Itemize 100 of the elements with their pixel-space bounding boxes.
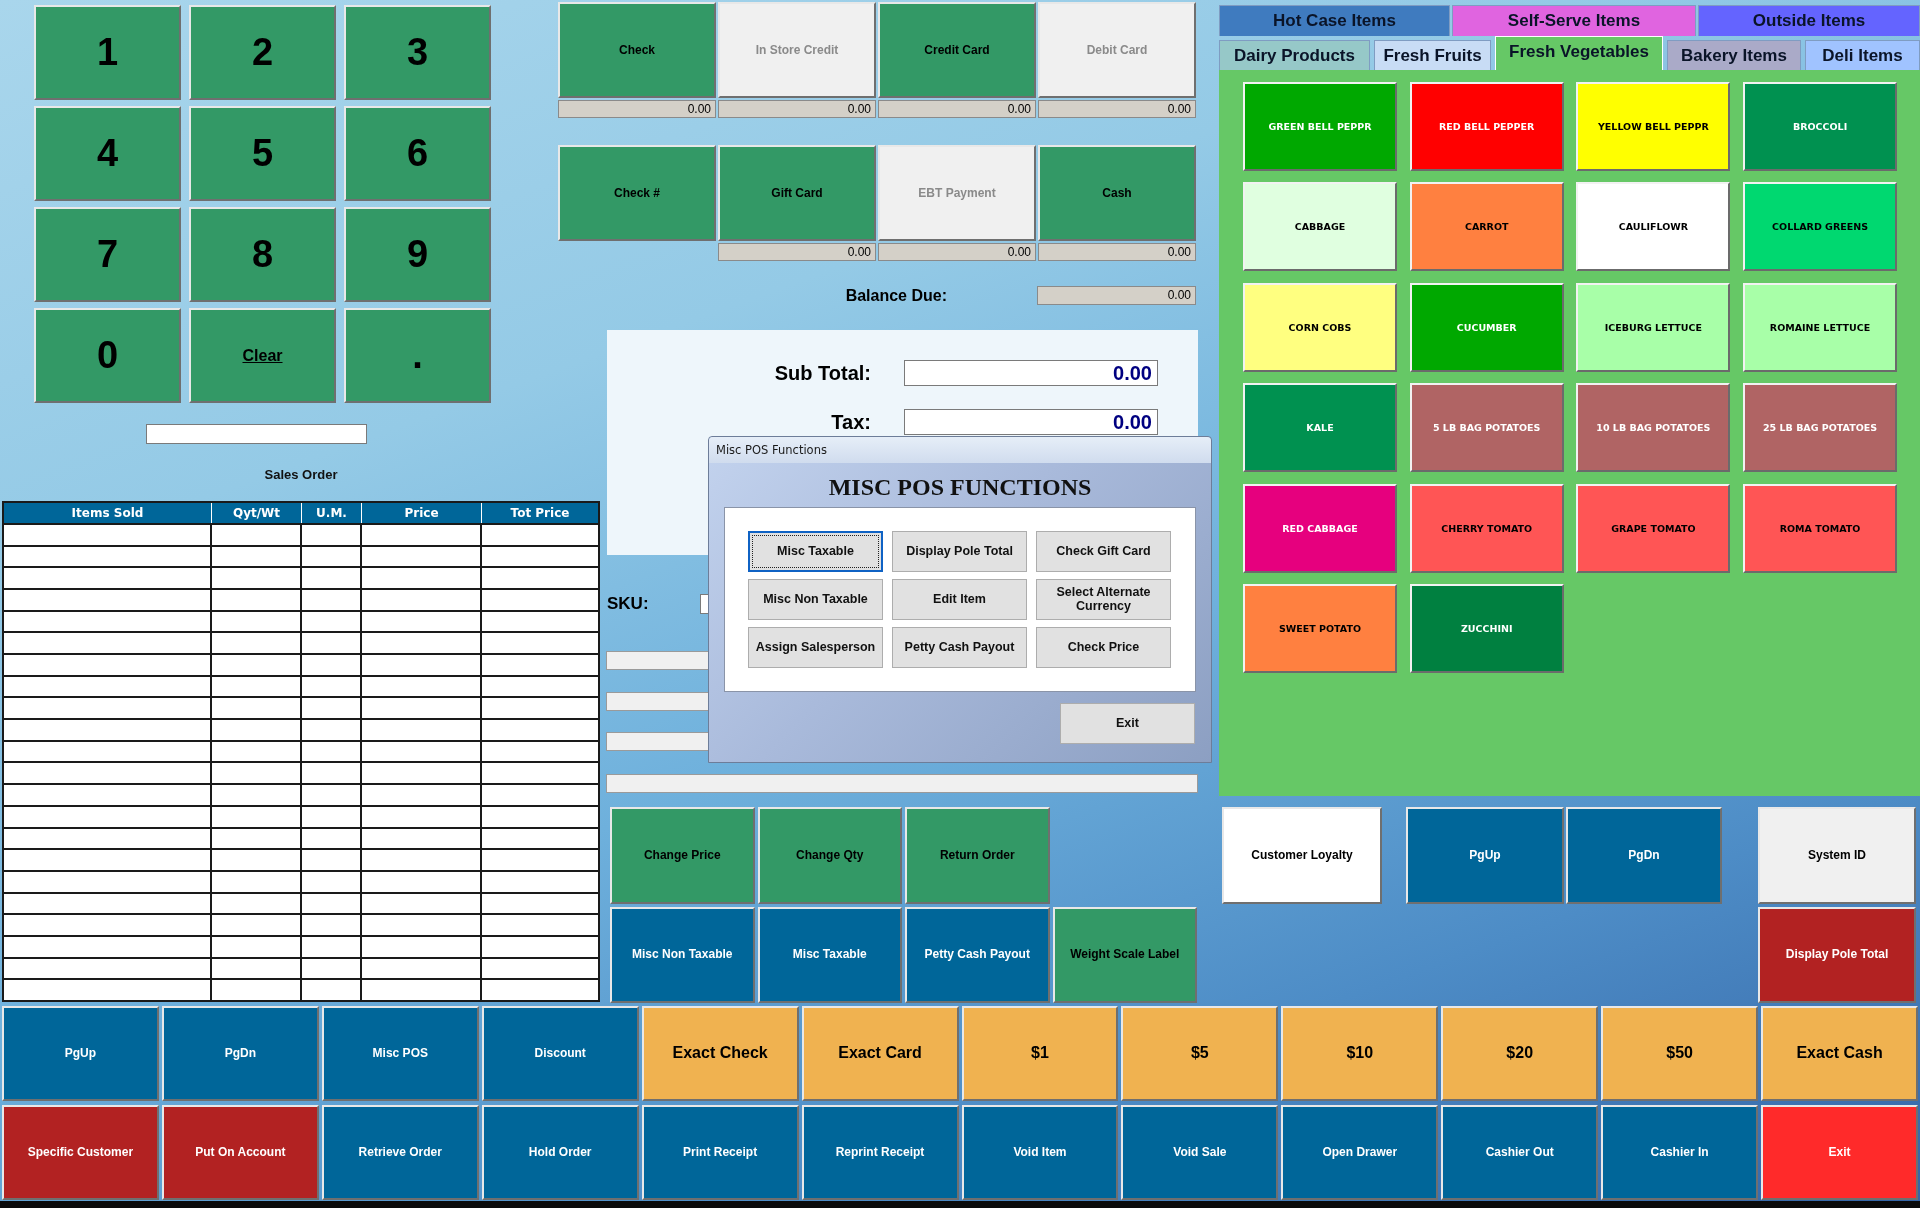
input-field[interactable] <box>606 774 1198 793</box>
register-button[interactable]: Reprint Receipt <box>801 1105 959 1200</box>
keypad-key[interactable]: 2 <box>189 5 336 100</box>
keypad-key[interactable]: Clear <box>189 308 336 403</box>
register-button[interactable]: Void Item <box>961 1105 1119 1200</box>
category-tab[interactable]: Fresh Vegetables <box>1495 36 1663 70</box>
register-button[interactable]: Hold Order <box>481 1105 639 1200</box>
keypad-key[interactable]: . <box>344 308 491 403</box>
category-tab[interactable]: Outside Items <box>1698 5 1920 36</box>
product-button[interactable]: CUCUMBER <box>1409 282 1564 372</box>
category-tab[interactable]: Self-Serve Items <box>1452 5 1696 36</box>
register-button[interactable]: $20 <box>1441 1006 1599 1101</box>
product-button[interactable]: CARROT <box>1409 182 1564 272</box>
payment-button[interactable]: Gift Card <box>718 145 876 241</box>
dialog-button[interactable]: Edit Item <box>892 579 1027 620</box>
register-button[interactable]: Cashier Out <box>1441 1105 1599 1200</box>
dialog-button[interactable]: Display Pole Total <box>892 531 1027 572</box>
keypad-key[interactable]: 8 <box>189 207 336 302</box>
action-button[interactable]: Petty Cash Payout <box>905 907 1050 1003</box>
sku-field[interactable] <box>700 594 708 614</box>
payment-button[interactable]: Check # <box>558 145 716 241</box>
input-field[interactable] <box>606 692 708 711</box>
register-button[interactable]: $50 <box>1601 1006 1759 1101</box>
product-button[interactable]: ICEBURG LETTUCE <box>1576 282 1731 372</box>
product-button[interactable]: 25 LB BAG POTATOES <box>1743 383 1898 473</box>
keypad-key[interactable]: 1 <box>34 5 181 100</box>
payment-button[interactable]: Credit Card <box>878 2 1036 98</box>
product-button[interactable]: SWEET POTATO <box>1243 583 1397 673</box>
action-button[interactable]: Misc Taxable <box>757 907 902 1003</box>
action-button[interactable]: Weight Scale Label <box>1052 907 1197 1003</box>
product-button[interactable]: KALE <box>1243 383 1397 473</box>
keypad-key[interactable]: 4 <box>34 106 181 201</box>
category-tab[interactable]: Bakery Items <box>1667 40 1801 70</box>
register-button[interactable]: PgUp <box>2 1006 159 1101</box>
product-button[interactable]: RED CABBAGE <box>1243 483 1397 573</box>
register-button[interactable]: Open Drawer <box>1281 1105 1439 1200</box>
register-button[interactable]: Misc POS <box>321 1006 479 1101</box>
register-button[interactable]: Void Sale <box>1121 1105 1279 1200</box>
register-button[interactable]: $5 <box>1121 1006 1279 1101</box>
category-tab[interactable]: Deli Items <box>1805 40 1920 70</box>
product-button[interactable]: GREEN BELL PEPPR <box>1243 82 1397 171</box>
register-button[interactable]: Put On Account <box>161 1105 319 1200</box>
exit-button[interactable]: Exit <box>1060 703 1195 744</box>
keypad-key[interactable]: 7 <box>34 207 181 302</box>
product-button[interactable]: GRAPE TOMATO <box>1576 483 1731 573</box>
column-header: Qyt/Wt <box>212 503 302 523</box>
dialog-button[interactable]: Check Gift Card <box>1036 531 1171 572</box>
register-button[interactable]: PgDn <box>161 1006 319 1101</box>
dialog-button[interactable]: Petty Cash Payout <box>892 627 1027 668</box>
keypad-key[interactable]: 3 <box>344 5 491 100</box>
keypad-key[interactable]: 9 <box>344 207 491 302</box>
product-button[interactable]: CORN COBS <box>1243 282 1397 372</box>
function-button[interactable]: PgUp <box>1406 807 1564 904</box>
product-button[interactable]: BROCCOLI <box>1743 82 1898 171</box>
dialog-button[interactable]: Check Price <box>1036 627 1171 668</box>
action-button[interactable]: Misc Non Taxable <box>610 907 755 1003</box>
keypad-key[interactable]: 0 <box>34 308 181 403</box>
register-button[interactable]: Discount <box>481 1006 639 1101</box>
dialog-button[interactable]: Assign Salesperson <box>748 627 883 668</box>
input-field[interactable] <box>146 424 367 444</box>
product-button[interactable]: YELLOW BELL PEPPR <box>1576 82 1731 171</box>
action-button[interactable]: Change Qty <box>757 807 902 904</box>
product-button[interactable]: CABBAGE <box>1243 182 1397 272</box>
payment-button[interactable]: Cash <box>1038 145 1196 241</box>
register-button[interactable]: Print Receipt <box>641 1105 799 1200</box>
input-field[interactable] <box>606 732 708 751</box>
keypad-key[interactable]: 5 <box>189 106 336 201</box>
input-field[interactable] <box>606 651 708 670</box>
function-button[interactable]: System ID <box>1758 807 1916 904</box>
category-tab[interactable]: Hot Case Items <box>1219 5 1450 36</box>
register-button[interactable]: $10 <box>1281 1006 1439 1101</box>
dialog-button[interactable]: Misc Taxable <box>748 531 883 572</box>
action-button[interactable]: Change Price <box>610 807 755 904</box>
category-tab[interactable]: Fresh Fruits <box>1374 40 1491 70</box>
product-button[interactable]: ROMAINE LETTUCE <box>1743 282 1898 372</box>
register-button[interactable]: $1 <box>961 1006 1119 1101</box>
product-button[interactable]: ROMA TOMATO <box>1743 483 1898 573</box>
register-button[interactable]: Exact Cash <box>1761 1006 1918 1101</box>
product-button[interactable]: CAULIFLOWR <box>1576 182 1731 272</box>
register-button[interactable]: Cashier In <box>1601 1105 1759 1200</box>
payment-button[interactable]: Check <box>558 2 716 98</box>
product-button[interactable]: CHERRY TOMATO <box>1409 483 1564 573</box>
register-button[interactable]: Exit <box>1761 1105 1918 1200</box>
product-button[interactable]: 10 LB BAG POTATOES <box>1576 383 1731 473</box>
action-button[interactable]: Return Order <box>905 807 1050 904</box>
function-button[interactable]: Customer Loyalty <box>1222 807 1382 904</box>
keypad-key[interactable]: 6 <box>344 106 491 201</box>
register-button[interactable]: Exact Check <box>641 1006 799 1101</box>
product-button[interactable]: 5 LB BAG POTATOES <box>1409 383 1564 473</box>
register-button[interactable]: Retrieve Order <box>321 1105 479 1200</box>
product-button[interactable]: ZUCCHINI <box>1409 583 1564 673</box>
dialog-button[interactable]: Select Alternate Currency <box>1036 579 1171 620</box>
function-button[interactable]: Display Pole Total <box>1758 907 1916 1003</box>
category-tab[interactable]: Dairy Products <box>1219 40 1370 70</box>
register-button[interactable]: Exact Card <box>801 1006 959 1101</box>
register-button[interactable]: Specific Customer <box>2 1105 159 1200</box>
product-button[interactable]: RED BELL PEPPER <box>1409 82 1564 171</box>
dialog-button[interactable]: Misc Non Taxable <box>748 579 883 620</box>
function-button[interactable]: PgDn <box>1566 807 1722 904</box>
product-button[interactable]: COLLARD GREENS <box>1743 182 1898 272</box>
